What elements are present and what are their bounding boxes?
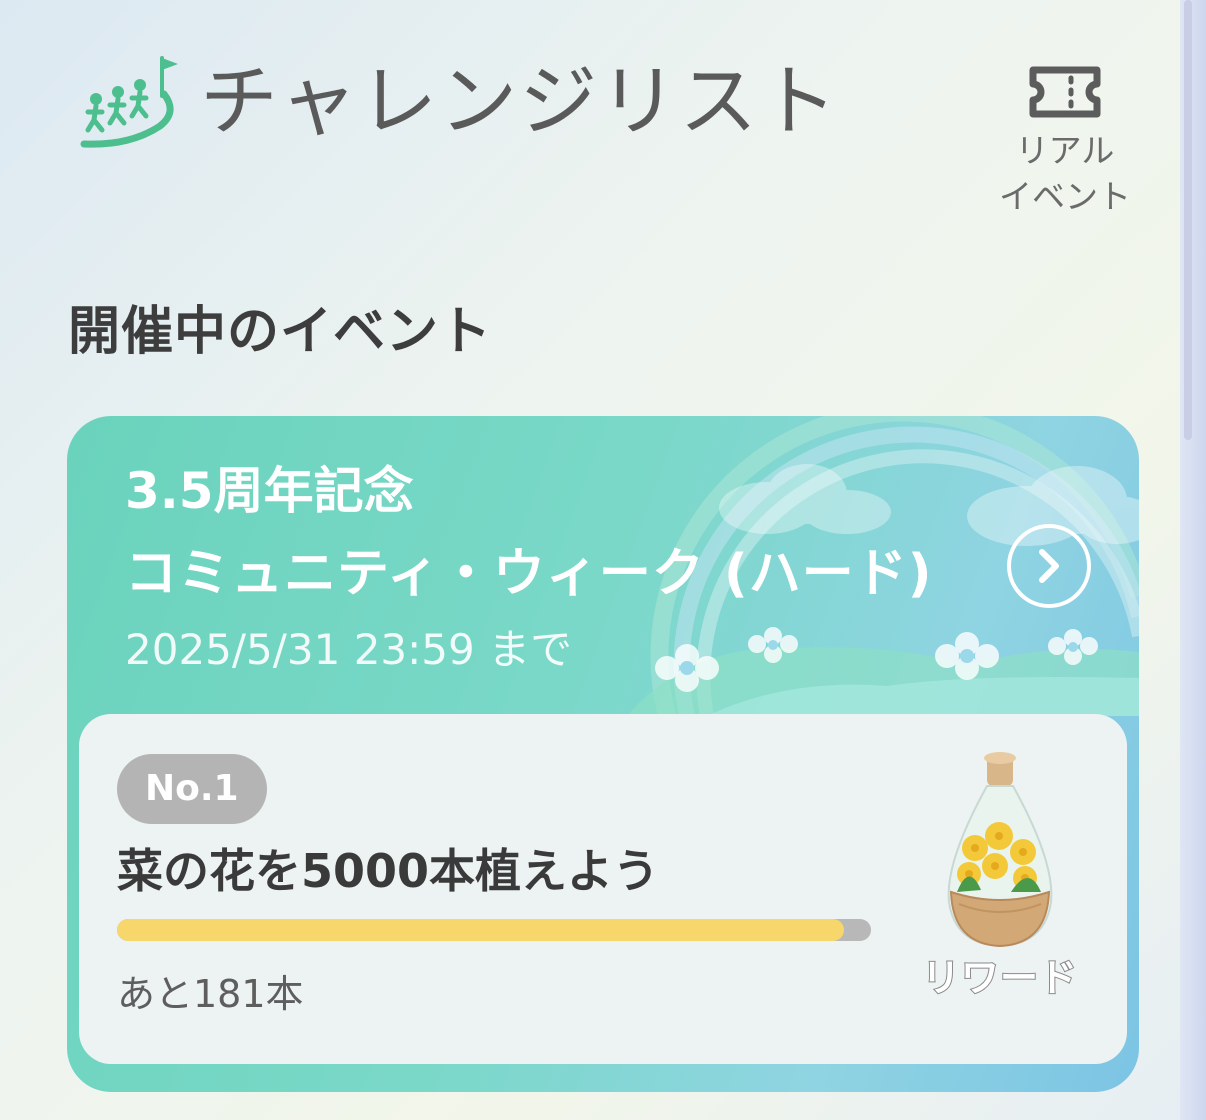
reward-label: リワード	[921, 955, 1078, 1001]
progress-fill	[117, 919, 844, 941]
reward-button[interactable]: リワード	[915, 752, 1085, 1022]
section-title: 開催中のイベント	[68, 302, 493, 362]
event-card[interactable]: 3.5周年記念 コミュニティ・ウィーク (ハード) 2025/5/31 23:5…	[67, 416, 1139, 1092]
walkers-flag-icon	[80, 56, 178, 148]
challenge-title: 菜の花を5000本植えよう	[117, 844, 660, 898]
challenge-progress-bar	[117, 919, 871, 941]
flower-terrarium-icon	[947, 752, 1053, 948]
real-event-button[interactable]: リアル イベント	[990, 62, 1140, 220]
event-name: コミュニティ・ウィーク (ハード)	[125, 544, 933, 604]
event-deadline: 2025/5/31 23:59 まで	[125, 625, 573, 674]
chevron-right-icon	[1039, 549, 1059, 583]
challenge-number-badge: No.1	[117, 754, 267, 824]
scrollbar-thumb[interactable]	[1184, 0, 1192, 440]
event-subtitle: 3.5周年記念	[125, 462, 414, 520]
real-event-label: リアル イベント	[999, 131, 1131, 216]
challenge-remaining: あと181本	[117, 972, 304, 1016]
page-title: チャレンジリスト	[200, 57, 840, 147]
ticket-icon	[1029, 66, 1101, 118]
event-open-button[interactable]	[1007, 524, 1091, 608]
challenge-item[interactable]: No.1 菜の花を5000本植えよう あと181本 リワード	[79, 714, 1127, 1064]
